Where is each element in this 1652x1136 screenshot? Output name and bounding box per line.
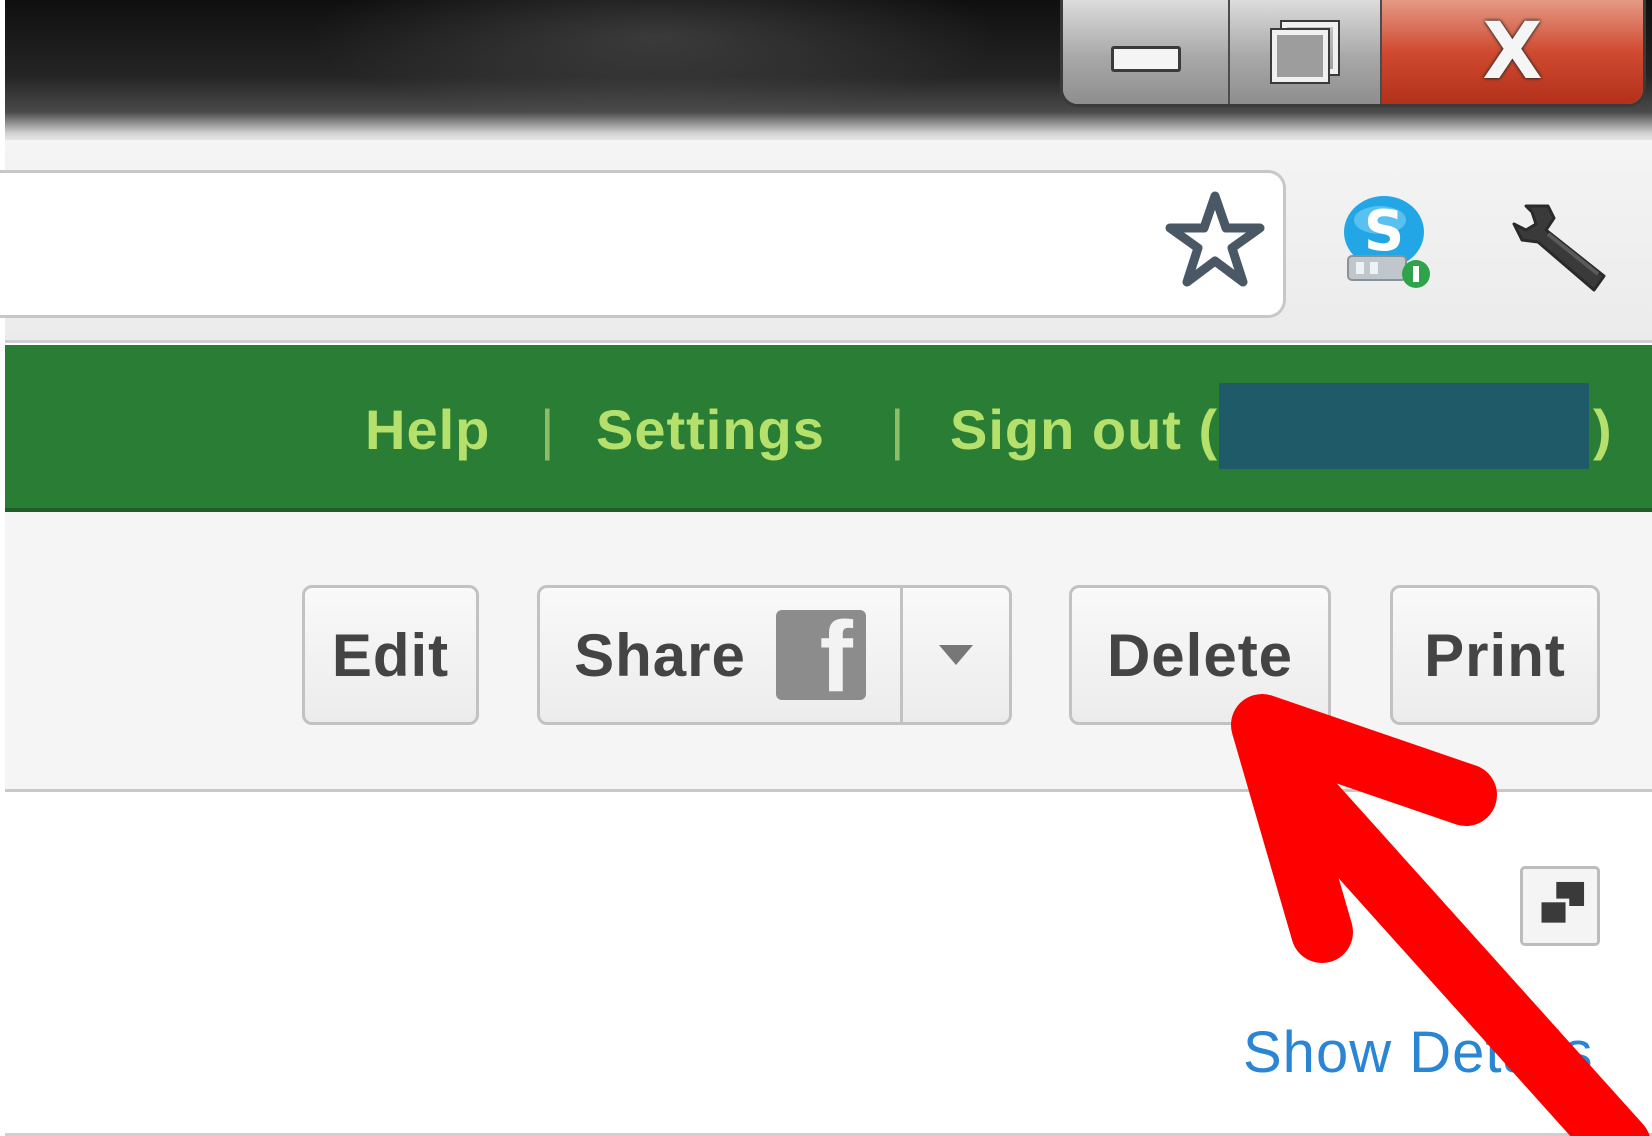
minimize-button[interactable] [1063, 0, 1230, 104]
window-controls: X [1060, 0, 1646, 107]
restore-icon [1270, 20, 1340, 84]
svg-text:S: S [1364, 199, 1404, 264]
delete-label: Delete [1106, 621, 1294, 689]
minimize-icon [1110, 46, 1181, 72]
redacted-account [1219, 383, 1589, 469]
wrench-icon[interactable] [1508, 196, 1620, 296]
show-details-link[interactable]: Show Details [1243, 1018, 1593, 1088]
separator: | [890, 398, 906, 461]
help-link[interactable]: Help [365, 390, 490, 470]
facebook-letter: f [819, 610, 854, 700]
restore-button[interactable] [1230, 0, 1382, 104]
print-button[interactable]: Print [1390, 585, 1600, 725]
separator: | [540, 398, 556, 461]
share-label: Share [574, 621, 746, 689]
address-bar[interactable] [0, 170, 1286, 318]
settings-link[interactable]: Settings [596, 390, 825, 470]
star-icon[interactable] [1165, 190, 1265, 290]
popout-icon[interactable] [1520, 866, 1600, 946]
share-button[interactable]: Share f [540, 588, 903, 722]
closing-paren: ) [1593, 398, 1613, 461]
facebook-icon: f [775, 610, 866, 700]
share-button-group: Share f [537, 585, 1012, 725]
edit-label: Edit [331, 621, 450, 689]
edit-button[interactable]: Edit [302, 585, 479, 725]
close-icon: X [1482, 7, 1543, 97]
share-dropdown-button[interactable] [903, 588, 1009, 722]
dropdown-caret-icon [939, 645, 973, 665]
close-button[interactable]: X [1382, 0, 1643, 104]
print-label: Print [1424, 621, 1566, 689]
skype-icon[interactable]: S [1336, 190, 1436, 290]
delete-button[interactable]: Delete [1069, 585, 1331, 725]
sign-out-link[interactable]: Sign out ( [950, 390, 1218, 470]
